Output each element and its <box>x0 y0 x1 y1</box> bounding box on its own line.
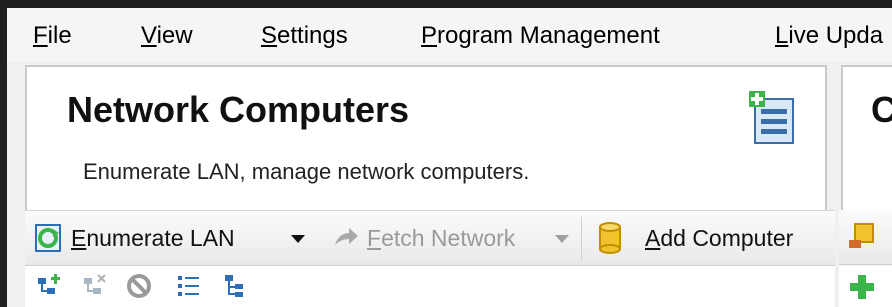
menu-live-update-rest: ive Upda <box>788 22 884 49</box>
fetch-network-dropdown-arrow[interactable] <box>555 235 569 243</box>
menu-program-management[interactable]: Program Management <box>421 22 660 50</box>
refresh-icon <box>35 224 61 252</box>
menu-settings[interactable]: Settings <box>261 22 348 50</box>
panel-description: Enumerate LAN, manage network computers. <box>83 159 530 184</box>
enumerate-lan-button[interactable]: Enumerate LAN <box>33 219 235 257</box>
menu-program-management-mnemonic: P <box>421 22 438 49</box>
panel-title: Network Computers <box>67 89 410 130</box>
menu-file-rest: ile <box>47 22 72 49</box>
menu-settings-rest: ettings <box>277 22 348 49</box>
toolbar-separator <box>581 217 582 261</box>
block-icon[interactable] <box>125 272 153 300</box>
add-computer-button[interactable]: Add Computer <box>597 219 793 257</box>
fetch-network-button[interactable]: Fetch Network <box>331 219 515 257</box>
add-icon[interactable] <box>847 272 877 302</box>
menu-program-management-rest: rogram Management <box>437 22 660 49</box>
enumerate-lan-dropdown-arrow[interactable] <box>291 235 305 243</box>
enumerate-lan-mnemonic: E <box>71 224 87 251</box>
toolbar: Enumerate LAN Fetch Network Add Computer <box>25 210 835 266</box>
secondary-icon-row <box>839 266 892 307</box>
menu-live-update[interactable]: Live Upda <box>775 22 883 50</box>
network-list-add-icon <box>749 91 794 144</box>
menu-view[interactable]: View <box>141 22 193 50</box>
add-computer-mnemonic: A <box>645 224 661 251</box>
list-icon[interactable] <box>175 272 203 300</box>
menu-live-update-mnemonic: L <box>775 22 789 49</box>
menu-file-mnemonic: F <box>33 22 48 49</box>
secondary-panel: C <box>841 65 892 215</box>
fetch-network-mnemonic: F <box>367 224 382 251</box>
app-window: File View Settings Program Management Li… <box>7 8 892 307</box>
tree-add-icon[interactable] <box>35 272 63 300</box>
add-computer-label-rest: dd Computer <box>660 224 794 251</box>
tree-remove-icon[interactable] <box>81 272 109 300</box>
secondary-panel-title: C <box>871 89 892 130</box>
menu-bar: File View Settings Program Management Li… <box>7 8 892 62</box>
fetch-network-label-rest: etch Network <box>381 224 516 251</box>
menu-view-rest: iew <box>156 22 193 49</box>
enumerate-lan-label-rest: numerate LAN <box>86 224 235 251</box>
menu-file[interactable]: File <box>33 22 72 50</box>
menu-settings-mnemonic: S <box>261 22 278 49</box>
forward-arrow-icon <box>335 228 358 245</box>
secondary-toolbar <box>839 210 892 265</box>
database-icon <box>599 222 621 254</box>
computer-add-icon[interactable] <box>847 222 877 252</box>
menu-view-mnemonic: V <box>141 22 157 49</box>
tree-action-row <box>25 266 835 307</box>
tree-icon[interactable] <box>221 272 249 300</box>
network-computers-panel: Network Computers Enumerate LAN, manage … <box>25 65 827 215</box>
